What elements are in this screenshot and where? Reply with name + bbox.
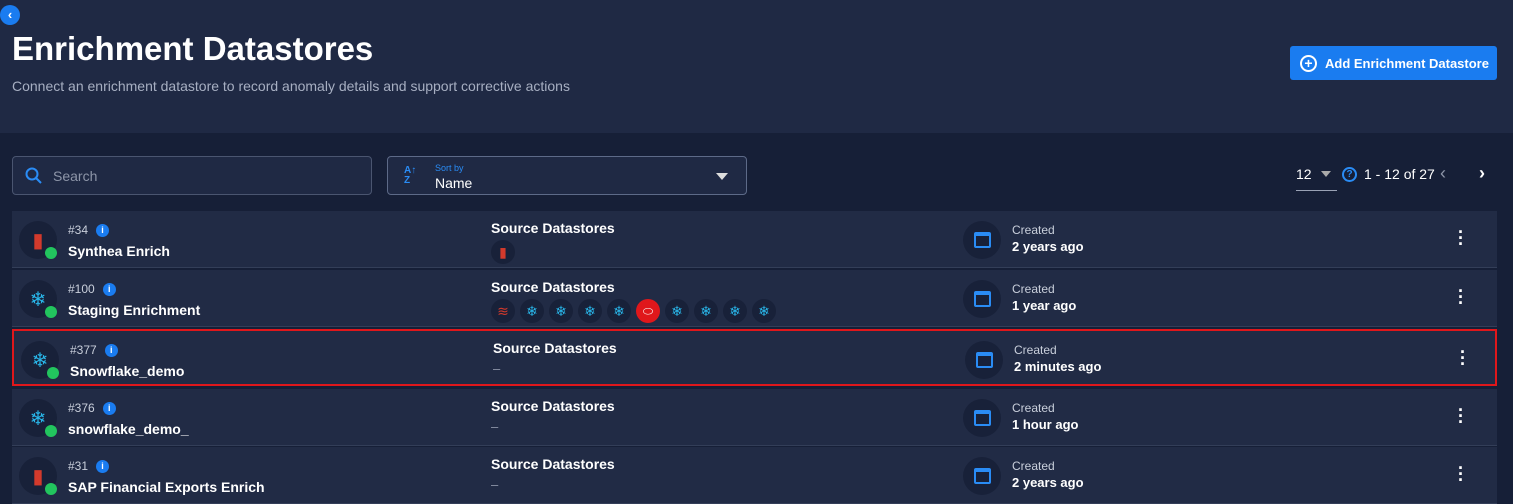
snowflake-icon[interactable]: ❄ (723, 299, 747, 323)
more-vertical-icon[interactable]: · · · (1460, 343, 1466, 373)
page-header: ‹ Enrichment Datastores Connect an enric… (0, 0, 1513, 133)
add-enrichment-datastore-button[interactable]: + Add Enrichment Datastore (1290, 46, 1497, 80)
datastore-row[interactable]: ❄ #100 i Staging Enrichment Source Datast… (12, 270, 1497, 327)
info-icon[interactable]: i (96, 224, 110, 238)
search-input[interactable]: Search (12, 156, 372, 195)
created-value: 2 years ago (1012, 239, 1084, 254)
calendar-icon (963, 221, 1001, 259)
datastore-id: #34 (68, 223, 89, 237)
calendar-icon (965, 341, 1003, 379)
info-icon[interactable]: i (96, 460, 110, 474)
created-value: 2 minutes ago (1014, 359, 1102, 374)
source-datastore-icons: ▮ (491, 240, 515, 264)
snowflake-icon[interactable]: ❄ (549, 299, 573, 323)
status-dot (47, 367, 59, 379)
created-value: 2 years ago (1012, 475, 1084, 490)
created-label: Created (1012, 459, 1055, 473)
datastore-name[interactable]: Staging Enrichment (68, 302, 200, 318)
snowflake-icon[interactable]: ❄ (520, 299, 544, 323)
calendar-icon (963, 280, 1001, 318)
source-datastores-label: Source Datastores (491, 456, 615, 472)
pagination-range: 1 - 12 of 27 (1364, 166, 1435, 182)
snowflake-icon[interactable]: ❄ (578, 299, 602, 323)
source-datastores-label: Source Datastores (491, 398, 615, 414)
status-dot (45, 425, 57, 437)
no-sources: – (491, 419, 499, 434)
sort-value: Name (435, 175, 473, 191)
plus-circle-icon: + (1300, 54, 1317, 72)
more-vertical-icon[interactable]: · · · (1458, 459, 1464, 489)
info-icon[interactable]: i (102, 283, 116, 297)
source-datastores-label: Source Datastores (491, 279, 615, 295)
databricks-icon[interactable]: ≋ (491, 299, 515, 323)
datastore-id: #377 (70, 343, 97, 357)
page-subtitle: Connect an enrichment datastore to recor… (12, 78, 570, 94)
created-value: 1 year ago (1012, 298, 1077, 313)
status-dot (45, 247, 57, 259)
created-value: 1 hour ago (1012, 417, 1079, 432)
snowflake-icon[interactable]: ❄ (752, 299, 776, 323)
no-sources: – (493, 361, 501, 376)
page-title: Enrichment Datastores (12, 30, 374, 67)
oracle-icon[interactable]: ⬭ (636, 299, 660, 323)
status-dot (45, 306, 57, 318)
page-size-value: 12 (1296, 166, 1312, 182)
datastore-row[interactable]: ❄ #377 i Snowflake_demo Source Datastores… (12, 329, 1497, 386)
datastore-name[interactable]: snowflake_demo_ (68, 421, 189, 437)
created-label: Created (1012, 282, 1055, 296)
next-page-button[interactable]: › (1479, 163, 1485, 184)
status-dot (45, 483, 57, 495)
source-datastores-label: Source Datastores (491, 220, 615, 236)
datastore-id: #31 (68, 459, 89, 473)
datastore-name[interactable]: Snowflake_demo (70, 363, 184, 379)
caret-down-icon (1321, 171, 1331, 177)
add-button-label: Add Enrichment Datastore (1325, 55, 1489, 71)
sort-az-icon: A↑ Z (404, 165, 417, 186)
datastore-row[interactable]: ▮ #34 i Synthea Enrich Source Datastores … (12, 211, 1497, 268)
sort-select[interactable]: A↑ Z Sort by Name (387, 156, 747, 195)
search-icon (25, 167, 42, 184)
calendar-icon (963, 399, 1001, 437)
page-size-select[interactable]: 12 (1296, 166, 1337, 191)
snowflake-icon[interactable]: ❄ (607, 299, 631, 323)
more-vertical-icon[interactable]: · · · (1458, 223, 1464, 253)
source-datastore-icons: ≋ ❄ ❄ ❄ ❄ ⬭ ❄ ❄ ❄ ❄ (491, 299, 776, 323)
created-label: Created (1012, 223, 1055, 237)
chevron-down-icon (716, 173, 728, 180)
more-vertical-icon[interactable]: · · · (1458, 401, 1464, 431)
datastore-row[interactable]: ❄ #376 i snowflake_demo_ Source Datastore… (12, 389, 1497, 446)
more-vertical-icon[interactable]: · · · (1458, 282, 1464, 312)
help-icon[interactable]: ? (1342, 167, 1357, 182)
datastore-name[interactable]: SAP Financial Exports Enrich (68, 479, 265, 495)
collapse-sidebar-button[interactable]: ‹ (0, 5, 20, 25)
created-label: Created (1012, 401, 1055, 415)
info-icon[interactable]: i (102, 402, 116, 416)
datastore-id: #100 (68, 282, 95, 296)
sort-label: Sort by (435, 163, 464, 173)
no-sources: – (491, 477, 499, 492)
datastore-id: #376 (68, 401, 95, 415)
datastore-row[interactable]: ▮ #31 i SAP Financial Exports Enrich Sour… (12, 447, 1497, 504)
redshift-icon[interactable]: ▮ (491, 240, 515, 264)
created-label: Created (1014, 343, 1057, 357)
info-icon[interactable]: i (104, 344, 118, 358)
search-placeholder: Search (53, 167, 98, 184)
snowflake-icon[interactable]: ❄ (665, 299, 689, 323)
prev-page-button[interactable]: ‹ (1440, 163, 1446, 184)
calendar-icon (963, 457, 1001, 495)
datastore-name[interactable]: Synthea Enrich (68, 243, 170, 259)
snowflake-icon[interactable]: ❄ (694, 299, 718, 323)
source-datastores-label: Source Datastores (493, 340, 617, 356)
